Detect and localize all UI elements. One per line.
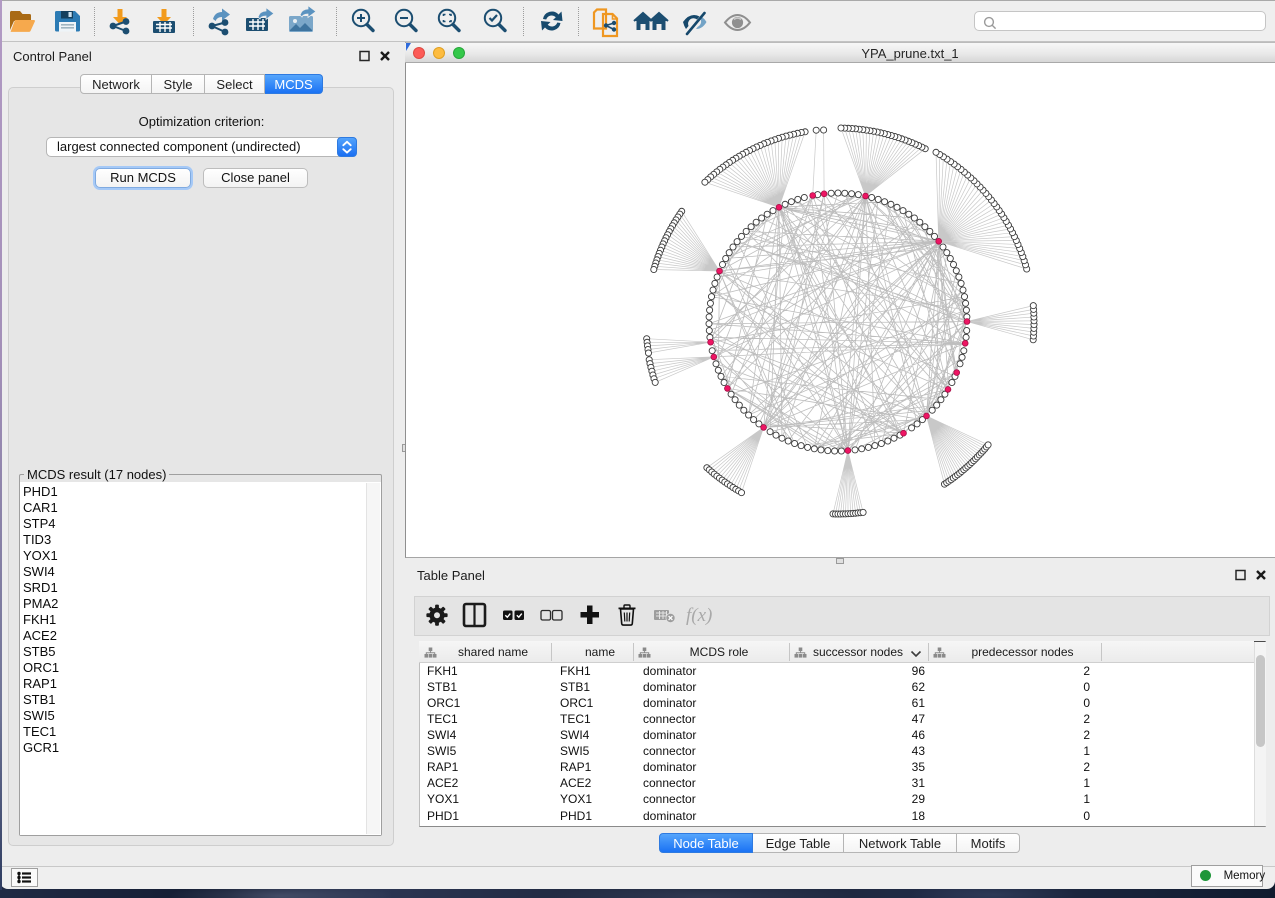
svg-text:f(x): f(x) [686, 605, 712, 626]
